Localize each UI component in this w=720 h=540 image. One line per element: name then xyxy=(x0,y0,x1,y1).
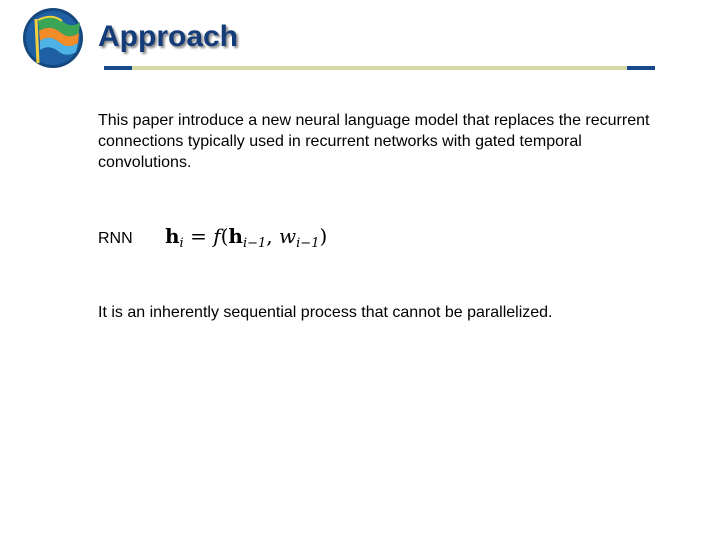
formula-arg2: w xyxy=(279,224,297,248)
formula-lhs-sub: i xyxy=(179,236,184,251)
conclusion-paragraph: It is an inherently sequential process t… xyxy=(98,304,553,321)
formula-arg1-sub: i−1 xyxy=(242,236,267,251)
divider-cap-right xyxy=(627,66,655,70)
formula-arg2-sub: i−1 xyxy=(296,236,320,251)
university-logo-icon xyxy=(22,7,84,69)
formula-comma: , xyxy=(266,224,273,248)
formula-func: f xyxy=(213,224,221,248)
formula-lhs: h xyxy=(165,224,180,248)
intro-paragraph: This paper introduce a new neural langua… xyxy=(98,112,650,171)
rnn-formula: hi = f(hi−1, wi−1) xyxy=(165,224,327,251)
formula-equals: = xyxy=(190,224,207,248)
divider-cap-left xyxy=(104,66,132,70)
slide-title: Approach xyxy=(98,20,239,53)
formula-close-paren: ) xyxy=(319,224,328,248)
formula-arg1: h xyxy=(228,224,243,248)
rnn-label: RNN xyxy=(98,230,133,247)
title-divider xyxy=(104,66,655,70)
